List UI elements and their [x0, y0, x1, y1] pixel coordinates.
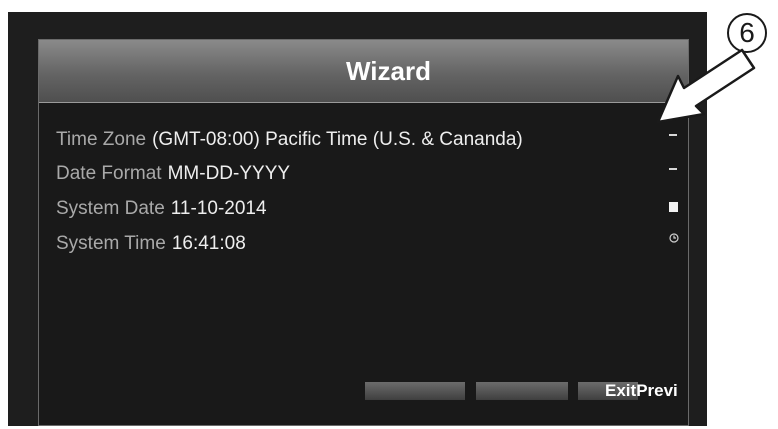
time-zone-label: Time Zone — [56, 129, 147, 150]
time-zone-row[interactable]: Time Zone (GMT-08:00) Pacific Time (U.S. … — [56, 128, 523, 152]
arrow-icon — [656, 48, 756, 124]
device-screen: Wizard Time Zone (GMT-08:00) Pacific Time… — [8, 12, 707, 426]
date-format-value[interactable]: MM-DD-YYYY — [168, 163, 290, 184]
clock-icon[interactable] — [669, 233, 679, 247]
system-time-row[interactable]: System Time 16:41:08 — [56, 232, 246, 256]
wizard-dialog: Wizard Time Zone (GMT-08:00) Pacific Time… — [38, 39, 689, 426]
date-format-dropdown-icon[interactable] — [669, 168, 677, 170]
date-format-label: Date Format — [56, 163, 162, 184]
exit-button[interactable]: Exit — [605, 381, 636, 400]
system-date-label: System Date — [56, 198, 165, 219]
system-time-label: System Time — [56, 233, 166, 254]
time-zone-value[interactable]: (GMT-08:00) Pacific Time (U.S. & Cananda… — [152, 129, 523, 150]
dialog-title: Wizard — [346, 55, 431, 86]
time-zone-dropdown-icon[interactable] — [669, 134, 677, 136]
system-time-value[interactable]: 16:41:08 — [172, 233, 246, 254]
wizard-button-1[interactable] — [365, 382, 465, 400]
button-labels: ExitPrevi — [605, 381, 678, 401]
wizard-button-2[interactable] — [476, 382, 568, 400]
previous-button[interactable]: Previ — [636, 381, 678, 400]
system-date-row[interactable]: System Date 11-10-2014 — [56, 197, 267, 221]
calendar-icon[interactable] — [669, 202, 678, 212]
title-bar: Wizard — [39, 40, 688, 103]
date-format-row[interactable]: Date Format MM-DD-YYYY — [56, 162, 290, 186]
system-date-value[interactable]: 11-10-2014 — [171, 198, 267, 219]
